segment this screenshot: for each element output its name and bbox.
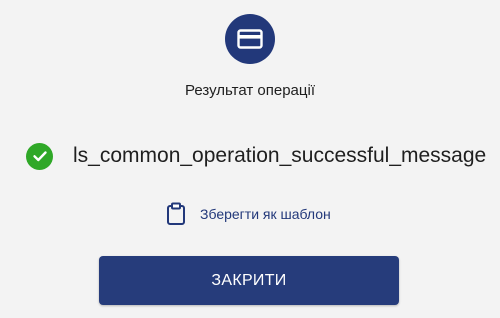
check-circle-icon: [26, 142, 53, 170]
clipboard-icon: [166, 202, 186, 226]
result-message-row: ls_common_operation_successful_message: [26, 141, 486, 171]
close-button[interactable]: ЗАКРИТИ: [99, 256, 399, 305]
result-message: ls_common_operation_successful_message: [73, 144, 487, 167]
card-icon-badge: [225, 14, 275, 64]
credit-card-icon: [237, 29, 263, 49]
save-as-template-link[interactable]: Зберегти як шаблон: [166, 202, 331, 226]
save-as-template-label: Зберегти як шаблон: [200, 206, 331, 222]
page-title: Результат операції: [185, 82, 315, 99]
